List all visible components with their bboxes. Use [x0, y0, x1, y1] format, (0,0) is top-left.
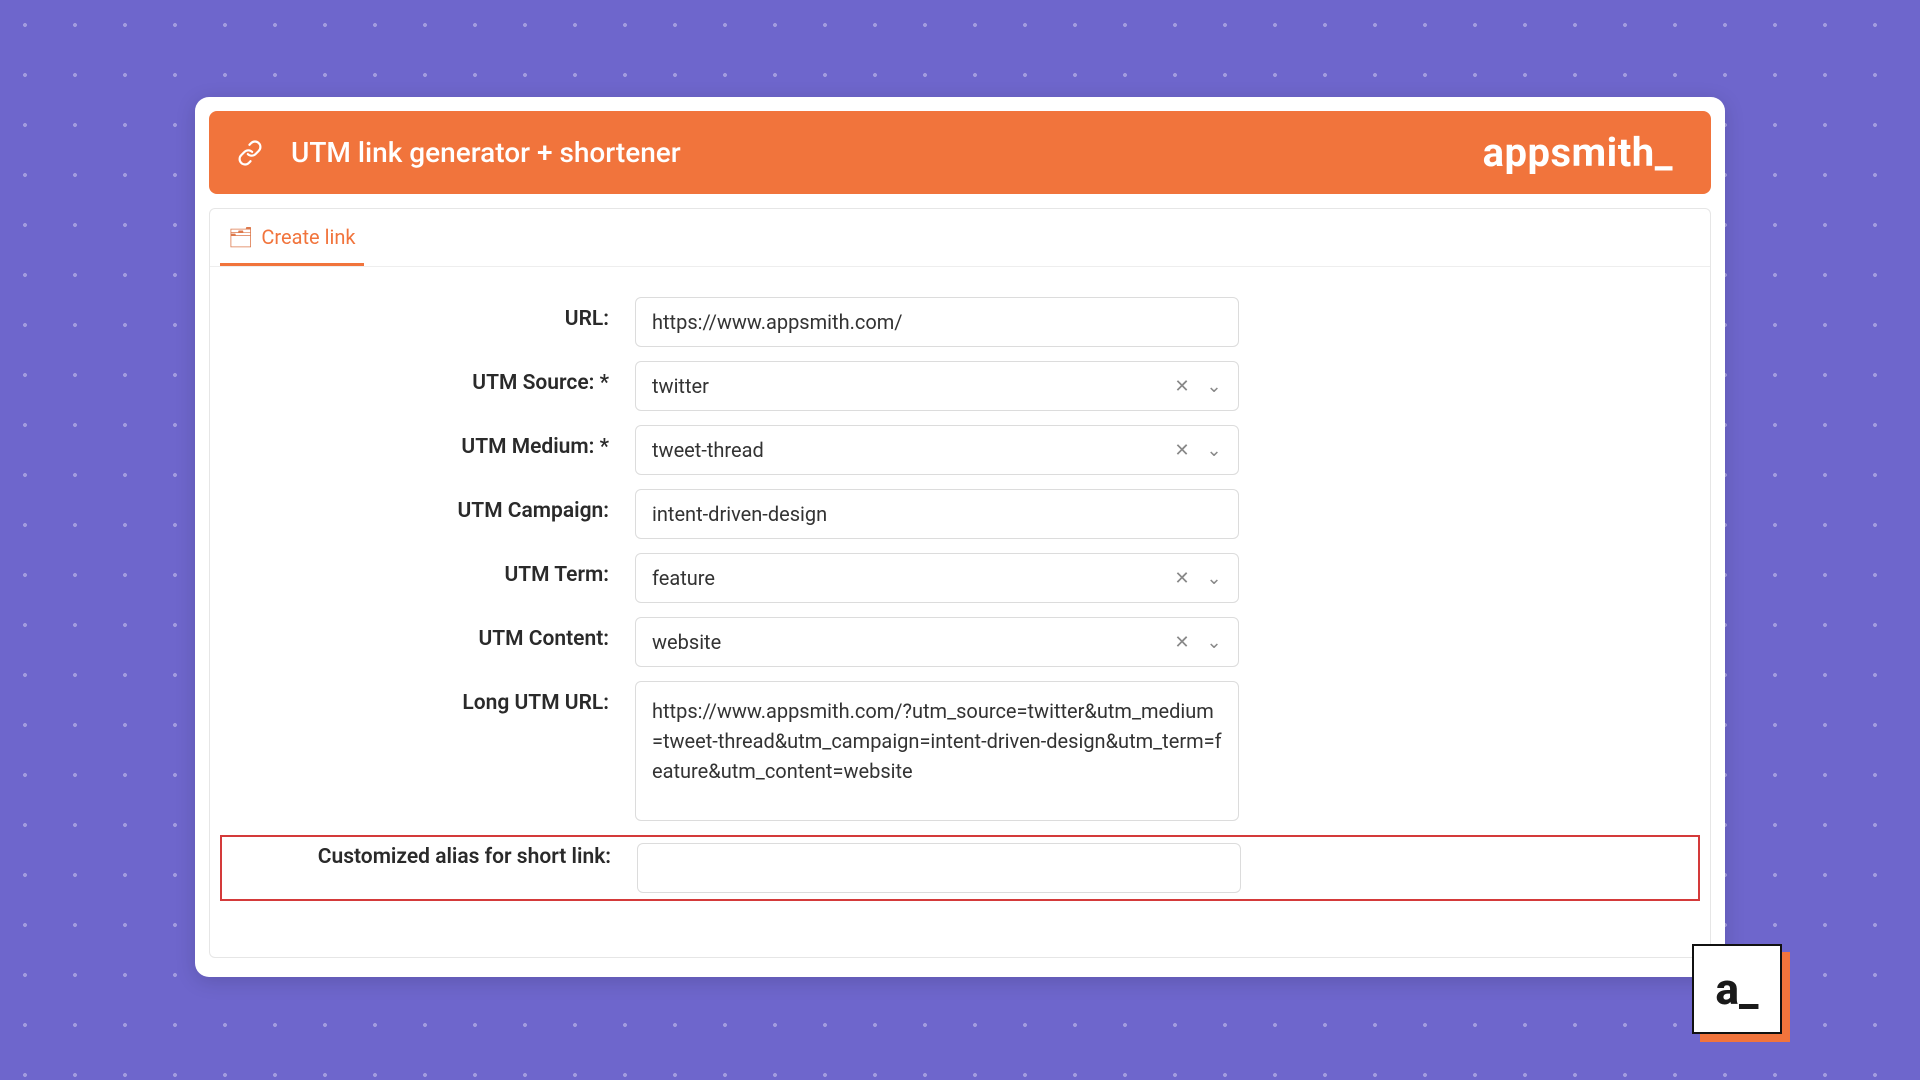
header-left: UTM link generator + shortener: [237, 136, 681, 169]
row-utm-campaign: UTM Campaign:: [210, 489, 1710, 539]
utm-term-value: feature: [652, 566, 1162, 590]
utm-content-select[interactable]: website ✕ ⌄: [635, 617, 1239, 667]
label-utm-term: UTM Term:: [210, 553, 635, 587]
form: URL: UTM Source: * twitter ✕ ⌄ UTM Mediu…: [210, 267, 1710, 901]
alias-input[interactable]: [637, 843, 1241, 893]
link-icon: [237, 140, 263, 166]
brand-logo: appsmith_: [1483, 129, 1673, 176]
label-utm-campaign: UTM Campaign:: [210, 489, 635, 523]
clear-icon[interactable]: ✕: [1170, 568, 1194, 589]
utm-source-select[interactable]: twitter ✕ ⌄: [635, 361, 1239, 411]
label-utm-source: UTM Source: *: [210, 361, 635, 395]
main-panel: 🗂 Create link URL: UTM Source: * twitter…: [209, 208, 1711, 958]
row-utm-medium: UTM Medium: * tweet-thread ✕ ⌄: [210, 425, 1710, 475]
label-long-url: Long UTM URL:: [210, 681, 635, 715]
tab-label: Create link: [261, 225, 355, 249]
url-input[interactable]: [635, 297, 1239, 347]
utm-medium-value: tweet-thread: [652, 438, 1162, 462]
tab-create-link[interactable]: 🗂 Create link: [220, 209, 364, 266]
row-alias: Customized alias for short link:: [220, 835, 1700, 901]
utm-campaign-input[interactable]: [635, 489, 1239, 539]
tab-bar: 🗂 Create link: [210, 209, 1710, 267]
page-title: UTM link generator + shortener: [291, 136, 681, 169]
row-utm-term: UTM Term: feature ✕ ⌄: [210, 553, 1710, 603]
chevron-down-icon[interactable]: ⌄: [1202, 568, 1226, 589]
utm-medium-select[interactable]: tweet-thread ✕ ⌄: [635, 425, 1239, 475]
label-utm-medium: UTM Medium: *: [210, 425, 635, 459]
notebook-icon: 🗂: [228, 225, 253, 249]
clear-icon[interactable]: ✕: [1170, 632, 1194, 653]
clear-icon[interactable]: ✕: [1170, 376, 1194, 397]
row-url: URL:: [210, 297, 1710, 347]
app-card: UTM link generator + shortener appsmith_…: [195, 97, 1725, 977]
utm-content-value: website: [652, 630, 1162, 654]
chevron-down-icon[interactable]: ⌄: [1202, 632, 1226, 653]
chevron-down-icon[interactable]: ⌄: [1202, 440, 1226, 461]
row-long-url: Long UTM URL: https://www.appsmith.com/?…: [210, 681, 1710, 821]
utm-source-value: twitter: [652, 374, 1162, 398]
label-alias: Customized alias for short link:: [222, 843, 637, 869]
app-header: UTM link generator + shortener appsmith_: [209, 111, 1711, 194]
label-url: URL:: [210, 297, 635, 331]
brand-chip: a_: [1692, 944, 1790, 1042]
row-utm-content: UTM Content: website ✕ ⌄: [210, 617, 1710, 667]
clear-icon[interactable]: ✕: [1170, 440, 1194, 461]
brand-chip-face: a_: [1692, 944, 1782, 1034]
chevron-down-icon[interactable]: ⌄: [1202, 376, 1226, 397]
long-url-output[interactable]: https://www.appsmith.com/?utm_source=twi…: [635, 681, 1239, 821]
row-utm-source: UTM Source: * twitter ✕ ⌄: [210, 361, 1710, 411]
utm-term-select[interactable]: feature ✕ ⌄: [635, 553, 1239, 603]
label-utm-content: UTM Content:: [210, 617, 635, 651]
